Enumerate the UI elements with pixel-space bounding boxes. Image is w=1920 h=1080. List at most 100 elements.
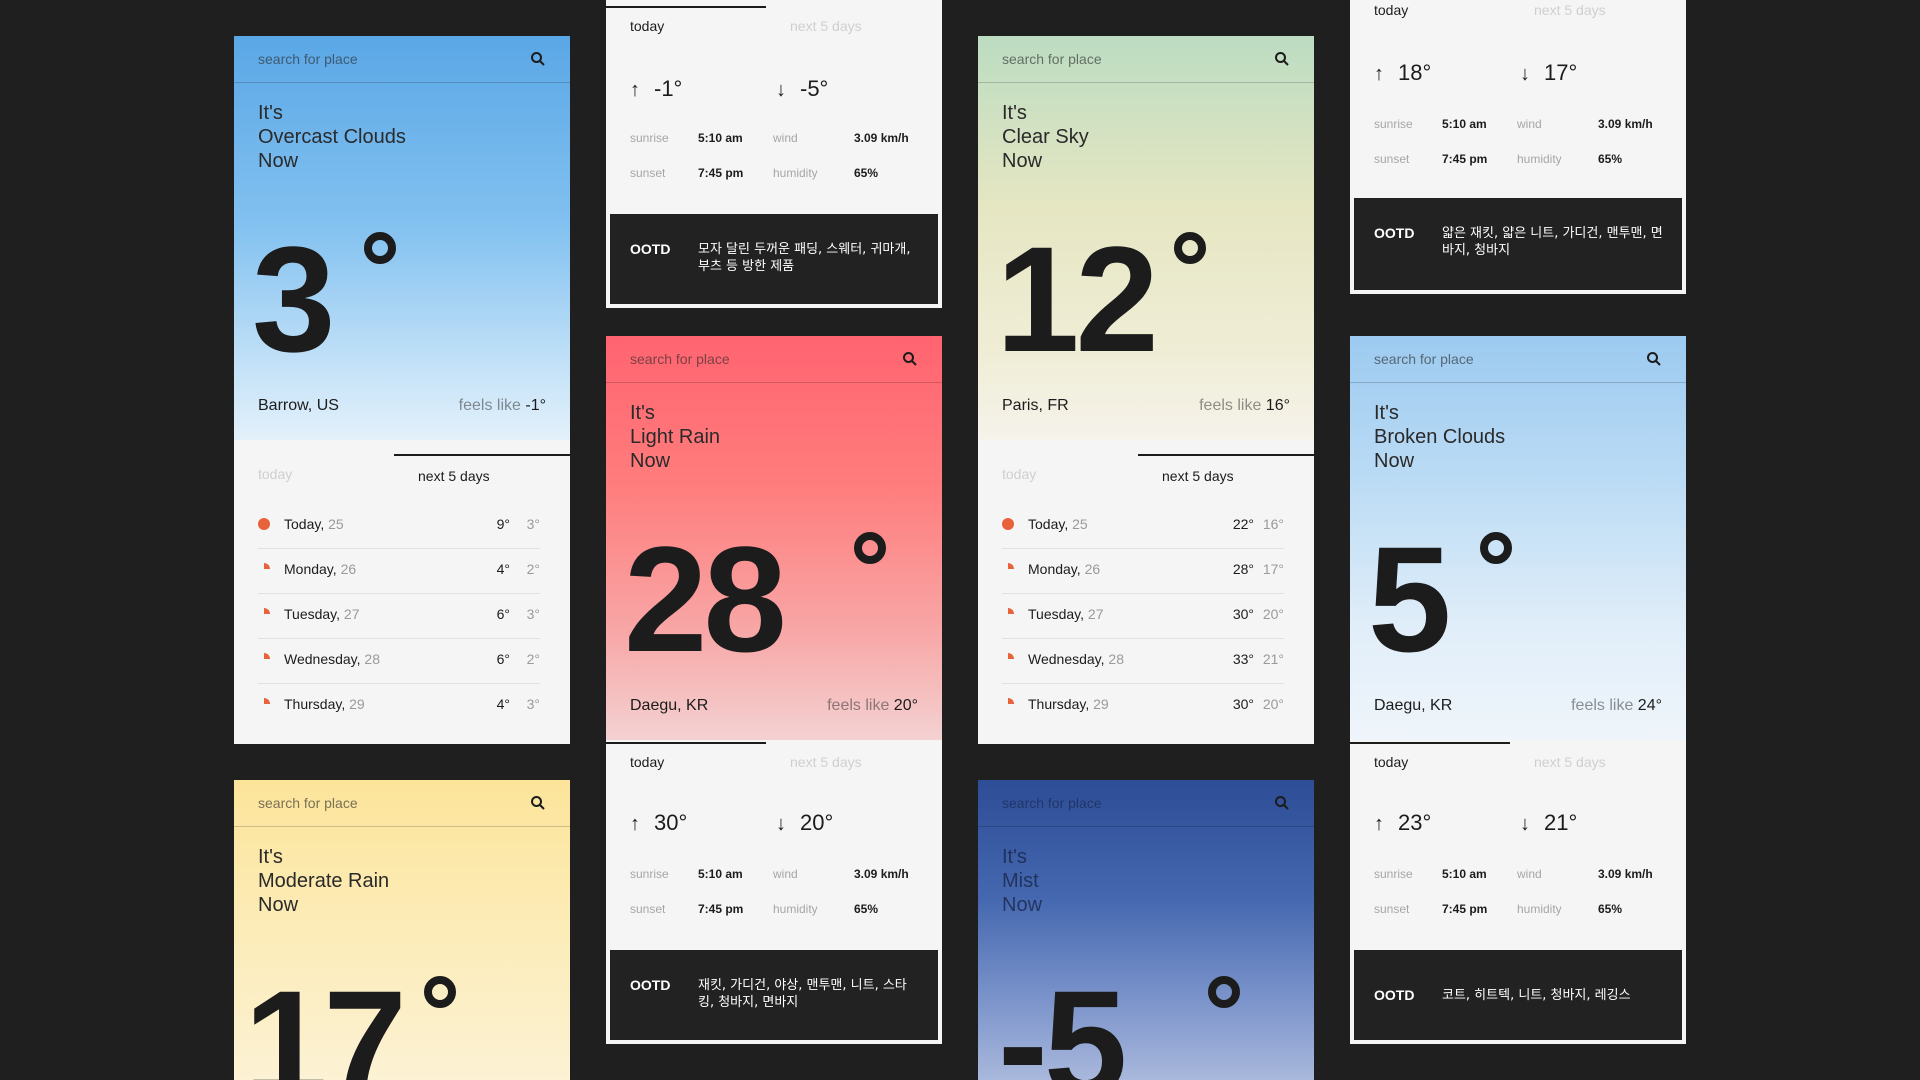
tab-today[interactable]: today — [606, 742, 766, 780]
sunset-label: sunset — [1374, 902, 1410, 916]
sunset-value: 7:45 pm — [1442, 152, 1488, 166]
search-icon[interactable] — [1274, 795, 1290, 811]
humidity-label: humidity — [1517, 902, 1562, 916]
search-input[interactable]: search for place — [1374, 351, 1474, 367]
weather-hero: search for place It's Clear Sky Now 12 Par… — [978, 36, 1314, 456]
ootd-text: 모자 달린 두꺼운 패딩, 스웨터, 귀마개, 부츠 등 방한 제품 — [698, 242, 911, 274]
condition-text: It's Clear Sky Now — [1002, 102, 1089, 172]
search-input[interactable]: search for place — [1002, 51, 1102, 67]
search-icon[interactable] — [902, 351, 918, 367]
humidity-label: humidity — [773, 902, 818, 916]
weather-card-paris: search for place It's Clear Sky Now 12 Par… — [978, 36, 1314, 744]
tab-next-5-days[interactable]: next 5 days — [1138, 454, 1314, 492]
sunset-label: sunset — [630, 166, 666, 180]
search-input[interactable]: search for place — [1002, 795, 1102, 811]
sunrise-value: 5:10 am — [1442, 117, 1487, 131]
weather-indicator-dot-icon — [258, 563, 270, 575]
weather-indicator-dot-icon — [1002, 563, 1014, 575]
sunrise-label: sunrise — [630, 131, 669, 145]
weather-indicator-dot-icon — [258, 698, 270, 710]
search-bar[interactable]: search for place — [234, 780, 570, 827]
city-name: Daegu, KR — [630, 697, 709, 714]
forecast-list: Today, 25 22° 16° Monday, 26 28° 17° Tuesday… — [1002, 504, 1284, 728]
degree-icon — [854, 532, 886, 564]
search-bar[interactable]: search for place — [978, 780, 1314, 827]
tab-today[interactable]: today — [234, 454, 394, 492]
weather-indicator-dot-icon — [1002, 518, 1014, 530]
list-item: Monday, 26 4° 2° — [258, 549, 540, 594]
list-item: Thursday, 29 4° 3° — [258, 684, 540, 728]
search-bar[interactable]: search for place — [1350, 336, 1686, 383]
wind-value: 3.09 km/h — [854, 867, 909, 881]
ootd-label: OOTD — [630, 241, 671, 257]
tab-next-5-days[interactable]: next 5 days — [766, 742, 942, 780]
weather-indicator-dot-icon — [258, 518, 270, 530]
search-input[interactable]: search for place — [630, 351, 730, 367]
temperature: 12 — [996, 215, 1159, 383]
sunset-label: sunset — [630, 902, 666, 916]
ootd-text: 얇은 재킷, 얇은 니트, 가디건, 맨투맨, 면바지, 청바지 — [1442, 226, 1663, 258]
tab-next-5-days[interactable]: next 5 days — [766, 6, 942, 44]
arrow-up-icon: ↑ — [630, 813, 640, 835]
tab-next-5-days[interactable]: next 5 days — [394, 454, 570, 492]
humidity-value: 65% — [854, 902, 879, 916]
wind-value: 3.09 km/h — [854, 131, 909, 145]
weather-indicator-dot-icon — [1002, 608, 1014, 620]
search-input[interactable]: search for place — [258, 795, 358, 811]
arrow-down-icon: ↓ — [1520, 63, 1530, 85]
high-temp: ↑ -1° — [630, 76, 683, 101]
tab-today[interactable]: today — [978, 454, 1138, 492]
tab-today[interactable]: today — [1350, 742, 1510, 780]
search-icon[interactable] — [1646, 351, 1662, 367]
sunrise-label: sunrise — [630, 867, 669, 881]
list-item: Tuesday, 27 30° 20° — [1002, 594, 1284, 639]
high-temp: ↑ 23° — [1374, 810, 1432, 835]
weather-indicator-dot-icon — [1002, 653, 1014, 665]
humidity-label: humidity — [773, 166, 818, 180]
list-item: Monday, 26 28° 17° — [1002, 549, 1284, 594]
low-temp: ↓ 17° — [1520, 60, 1578, 85]
ootd-text: 코트, 히트텍, 니트, 청바지, 레깅스 — [1442, 988, 1631, 1003]
weather-hero: search for place It's Light Rain Now 28 Da… — [606, 336, 942, 756]
weather-indicator-dot-icon — [258, 608, 270, 620]
weather-card-barrow: search for place It's Overcast Clouds Now … — [234, 36, 570, 744]
tab-next-5-days[interactable]: next 5 days — [1510, 0, 1686, 38]
humidity-value: 65% — [1598, 152, 1623, 166]
today-card-top: today next 5 days ↑ -1° ↓ -5° sunrise 5:10… — [606, 0, 942, 308]
weather-card-daegu-clouds: search for place It's Broken Clouds Now 5 … — [1350, 336, 1686, 1044]
temperature: 28 — [624, 515, 787, 683]
search-icon[interactable] — [530, 51, 546, 67]
condition-text: It's Mist Now — [1002, 846, 1043, 916]
condition-text: It's Light Rain Now — [630, 402, 721, 472]
weather-indicator-dot-icon — [258, 653, 270, 665]
weather-hero: search for place It's Overcast Clouds Now … — [234, 36, 570, 456]
high-temp: ↑ 30° — [630, 810, 688, 835]
search-input[interactable]: search for place — [258, 51, 358, 67]
humidity-value: 65% — [854, 166, 879, 180]
sunset-value: 7:45 pm — [698, 166, 744, 180]
feels-like: feels like 20° — [827, 697, 918, 714]
tab-today[interactable]: today — [606, 6, 766, 44]
temperature: 3 — [252, 215, 335, 383]
weather-card-daegu-rain: search for place It's Light Rain Now 28 Da… — [606, 336, 942, 1044]
tab-next-5-days[interactable]: next 5 days — [1510, 742, 1686, 780]
city-name: Barrow, US — [258, 397, 339, 414]
arrow-up-icon: ↑ — [630, 79, 640, 101]
search-bar[interactable]: search for place — [234, 36, 570, 83]
degree-icon — [1208, 976, 1240, 1008]
humidity-value: 65% — [1598, 902, 1623, 916]
search-icon[interactable] — [1274, 51, 1290, 67]
low-temp: ↓ 20° — [776, 810, 834, 835]
tab-today[interactable]: today — [1350, 0, 1510, 38]
sunset-label: sunset — [1374, 152, 1410, 166]
ootd-box: OOTD 재킷, 가디건, 야상, 맨투맨, 니트, 스타킹, 청바지, 면바지 — [610, 950, 938, 1040]
weather-card-mist: search for place It's Mist Now -5 — [978, 780, 1314, 1080]
weather-indicator-dot-icon — [1002, 698, 1014, 710]
temperature: 17 — [244, 959, 407, 1080]
search-bar[interactable]: search for place — [978, 36, 1314, 83]
sunset-value: 7:45 pm — [1442, 902, 1488, 916]
search-icon[interactable] — [530, 795, 546, 811]
weather-card-moderate-rain: search for place It's Moderate Rain Now 17 — [234, 780, 570, 1080]
search-bar[interactable]: search for place — [606, 336, 942, 383]
condition-text: It's Broken Clouds Now — [1374, 402, 1506, 472]
